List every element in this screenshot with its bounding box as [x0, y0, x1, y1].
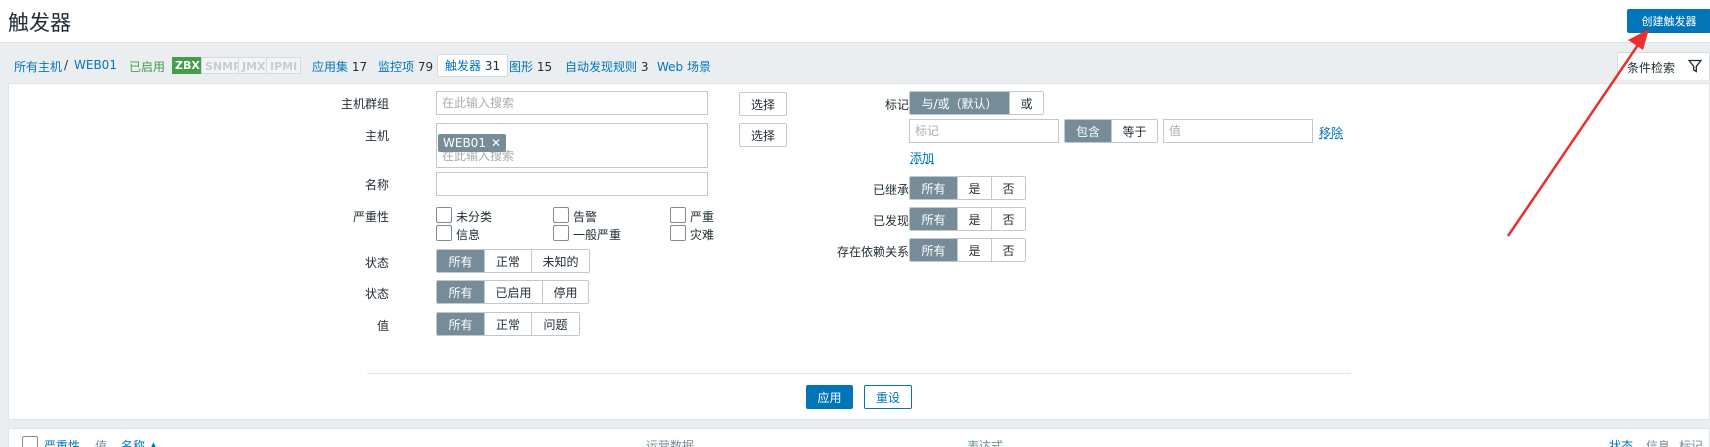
state-normal-option[interactable]: 正常: [484, 250, 531, 272]
nav-applications[interactable]: 应用集 17: [312, 58, 367, 75]
column-value: 值: [95, 439, 108, 447]
page-header: 触发器 创建触发器: [0, 0, 1710, 43]
dependencies-all-option[interactable]: 所有: [910, 239, 957, 261]
select-all-checkbox[interactable]: [22, 436, 38, 447]
jmx-availability-tag: JMX: [238, 57, 270, 74]
inherited-label: 已继承: [872, 183, 909, 197]
filter-divider: [367, 373, 1351, 374]
severity-information-checkbox[interactable]: [436, 225, 452, 241]
column-severity[interactable]: 严重性: [44, 437, 80, 447]
tags-label: 标记: [884, 98, 909, 112]
apply-button[interactable]: 应用: [806, 385, 853, 409]
filter-tab[interactable]: 条件检索: [1617, 52, 1710, 80]
status-label: 状态: [364, 287, 389, 301]
tag-operator-equals-option[interactable]: 等于: [1111, 120, 1157, 142]
tags-mode-segment: 与/或（默认） 或: [909, 91, 1044, 115]
column-expression: 表达式: [967, 439, 1004, 447]
host-chip-label: WEB01: [443, 136, 486, 150]
column-tags: 标记: [1679, 439, 1704, 447]
severity-label: 严重性: [352, 210, 389, 224]
dependencies-segment: 所有 是 否: [909, 238, 1026, 262]
tag-name-input[interactable]: 标记: [909, 119, 1059, 143]
column-operational-data: 运营数据: [646, 439, 695, 447]
tags-mode-or-option[interactable]: 或: [1009, 92, 1043, 114]
dependencies-no-option[interactable]: 否: [991, 239, 1025, 261]
value-label: 值: [376, 319, 389, 333]
state-segment: 所有 正常 未知的: [436, 249, 590, 273]
discovered-label: 已发现: [872, 214, 909, 228]
filter-funnel-icon: [1688, 59, 1702, 73]
discovered-yes-option[interactable]: 是: [957, 208, 991, 230]
filter-tab-label: 条件检索: [1627, 61, 1676, 75]
nav-discovery-rules[interactable]: 自动发现规则 3: [565, 58, 648, 75]
severity-disaster-label: 灾难: [690, 228, 715, 242]
host-select-button[interactable]: 选择: [739, 123, 787, 147]
column-info: 信息: [1646, 439, 1671, 447]
state-all-option[interactable]: 所有: [437, 250, 484, 272]
name-label: 名称: [364, 178, 389, 192]
nav-triggers[interactable]: 触发器 31: [437, 54, 509, 77]
severity-high-label: 严重: [690, 210, 715, 224]
value-ok-option[interactable]: 正常: [484, 313, 531, 335]
status-segment: 所有 已启用 停用: [436, 280, 589, 304]
discovered-no-option[interactable]: 否: [991, 208, 1025, 230]
host-link[interactable]: WEB01: [74, 58, 117, 72]
zbx-availability-tag: ZBX: [172, 57, 203, 74]
host-group-input[interactable]: 在此输入搜索: [436, 91, 708, 115]
tag-value-input[interactable]: 值: [1163, 119, 1313, 143]
severity-average-label: 一般严重: [573, 228, 622, 242]
tag-operator-segment: 包含 等于: [1064, 119, 1158, 143]
host-group-select-button[interactable]: 选择: [739, 92, 787, 116]
value-problem-option[interactable]: 问题: [531, 313, 579, 335]
tag-add-link[interactable]: 添加: [910, 149, 934, 166]
status-all-option[interactable]: 所有: [437, 281, 484, 303]
dependencies-yes-option[interactable]: 是: [957, 239, 991, 261]
host-label: 主机: [364, 129, 389, 143]
column-name[interactable]: 名称 ▲: [121, 437, 158, 447]
tags-mode-and-or-option[interactable]: 与/或（默认）: [910, 92, 1009, 114]
severity-not-classified-label: 未分类: [456, 210, 493, 224]
state-label: 状态: [364, 256, 389, 270]
nav-items[interactable]: 监控项 79: [378, 58, 433, 75]
create-trigger-button[interactable]: 创建触发器: [1627, 9, 1710, 33]
discovered-all-option[interactable]: 所有: [910, 208, 957, 230]
severity-average-checkbox[interactable]: [553, 225, 569, 241]
status-disabled-option[interactable]: 停用: [542, 281, 588, 303]
tag-remove-link[interactable]: 移除: [1319, 124, 1343, 141]
tag-operator-contains-option[interactable]: 包含: [1065, 120, 1111, 142]
remove-host-chip-icon[interactable]: ✕: [491, 136, 501, 150]
value-segment: 所有 正常 问题: [436, 312, 580, 336]
value-all-option[interactable]: 所有: [437, 313, 484, 335]
severity-not-classified-checkbox[interactable]: [436, 207, 452, 223]
filter-panel: 主机群组 在此输入搜索 选择 主机 在此输入搜索 选择 名称 严重性 未分类 告…: [8, 83, 1710, 420]
name-input[interactable]: [436, 172, 708, 196]
breadcrumb-nav: 所有主机 / WEB01 已启用 ZBX SNMP JMX IPMI 应用集 1…: [0, 44, 1710, 84]
severity-high-checkbox[interactable]: [670, 207, 686, 223]
triggers-table-header: 严重性 值 名称 ▲ 运营数据 表达式 状态 信息 标记: [8, 428, 1710, 447]
state-unknown-option[interactable]: 未知的: [531, 250, 589, 272]
nav-web-scenarios[interactable]: Web 场景: [657, 58, 711, 75]
status-enabled-option[interactable]: 已启用: [484, 281, 542, 303]
inherited-no-option[interactable]: 否: [991, 177, 1025, 199]
host-group-label: 主机群组: [340, 97, 389, 111]
severity-information-label: 信息: [456, 228, 481, 242]
nav-graphs[interactable]: 图形 15: [509, 58, 552, 75]
inherited-all-option[interactable]: 所有: [910, 177, 957, 199]
severity-warning-label: 告警: [573, 210, 598, 224]
dependencies-label: 存在依赖关系: [836, 245, 909, 259]
severity-disaster-checkbox[interactable]: [670, 225, 686, 241]
inherited-yes-option[interactable]: 是: [957, 177, 991, 199]
breadcrumb-separator: /: [64, 58, 69, 72]
page-title: 触发器: [8, 11, 71, 35]
host-chip: WEB01 ✕: [438, 134, 507, 152]
discovered-segment: 所有 是 否: [909, 207, 1026, 231]
reset-button[interactable]: 重设: [864, 385, 912, 409]
column-status[interactable]: 状态: [1609, 437, 1633, 447]
host-status: 已启用: [129, 60, 166, 74]
ipmi-availability-tag: IPMI: [266, 57, 302, 74]
inherited-segment: 所有 是 否: [909, 176, 1026, 200]
severity-warning-checkbox[interactable]: [553, 207, 569, 223]
all-hosts-link[interactable]: 所有主机: [14, 58, 62, 75]
